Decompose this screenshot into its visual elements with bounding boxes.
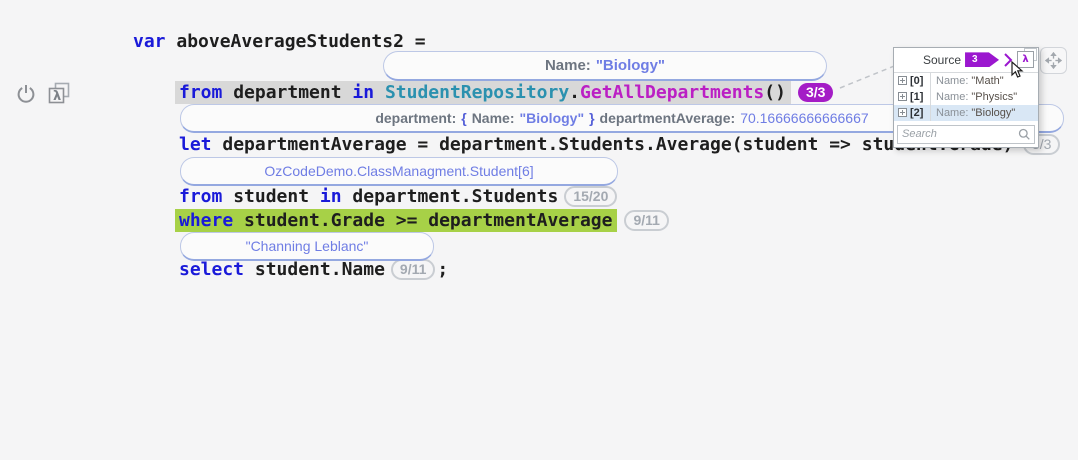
- hud-bubble-department-name[interactable]: Name: "Biology": [383, 51, 827, 81]
- row-label: Name:: [936, 91, 968, 103]
- move-handle-icon: [1045, 52, 1062, 69]
- iteration-badge[interactable]: 9/11: [624, 210, 668, 231]
- execution-highlight: from department in StudentRepository.Get…: [175, 81, 791, 104]
- code-text: (): [764, 82, 786, 103]
- bubble-value: "Biology": [519, 110, 584, 126]
- power-icon[interactable]: [14, 82, 38, 106]
- iteration-badge[interactable]: 15/20: [564, 186, 617, 207]
- semicolon: ;: [437, 259, 448, 280]
- expand-plus-icon[interactable]: [898, 108, 907, 117]
- count-arrow-badge[interactable]: 3: [965, 52, 999, 67]
- popup-move-handle[interactable]: [1040, 47, 1067, 74]
- svg-text:λ: λ: [53, 89, 61, 104]
- code-text: student.Name: [244, 259, 385, 280]
- row-label: Name:: [936, 107, 968, 119]
- code-line-let-average[interactable]: let departmentAverage = department.Stude…: [179, 132, 1013, 156]
- keyword-select: select: [179, 259, 244, 280]
- popup-title: Source: [923, 53, 961, 67]
- iteration-badge-active[interactable]: 3/3: [798, 83, 833, 102]
- row-index: [2]: [910, 107, 930, 119]
- row-index: [0]: [910, 75, 930, 87]
- code-text: department: [222, 82, 352, 103]
- bubble-value: OzCodeDemo.ClassManagment.Student[6]: [264, 163, 533, 179]
- code-line-from-students[interactable]: from student in department.Students 15/2…: [179, 184, 617, 208]
- row-index: [1]: [910, 91, 930, 103]
- search-input[interactable]: [898, 128, 1018, 140]
- keyword-in: in: [352, 82, 374, 103]
- row-value: "Physics": [971, 91, 1017, 103]
- brace-close: }: [589, 110, 594, 126]
- search-icon: [1018, 128, 1031, 141]
- code-line-where-clause[interactable]: where student.Grade >= departmentAverage…: [179, 208, 669, 232]
- popup-row-list: [0] Name:"Math" [1] Name:"Physics" [2] N…: [894, 72, 1038, 121]
- bubble-value: "Channing Leblanc": [246, 238, 369, 254]
- code-line-from-departments[interactable]: from department in StudentRepository.Get…: [179, 80, 833, 104]
- keyword-where: where: [179, 210, 233, 231]
- bubble-label: department:: [375, 110, 456, 126]
- hud-bubble-students-collection[interactable]: OzCodeDemo.ClassManagment.Student[6]: [180, 157, 618, 186]
- keyword-from: from: [179, 82, 222, 103]
- code-text: department.Students: [342, 186, 559, 207]
- source-item-physics[interactable]: [1] Name:"Physics": [894, 89, 1038, 105]
- row-value: "Math": [971, 75, 1003, 87]
- code-text: student: [222, 186, 320, 207]
- keyword-let: let: [179, 134, 212, 155]
- popup-search-box: [897, 125, 1035, 144]
- code-text: student.Grade >= departmentAverage: [233, 210, 612, 231]
- expand-plus-icon[interactable]: [898, 76, 907, 85]
- keyword-from: from: [179, 186, 222, 207]
- method-get-all-departments: GetAllDepartments: [580, 82, 764, 103]
- code-text: aboveAverageStudents2 =: [166, 31, 426, 52]
- code-text: .: [569, 82, 580, 103]
- mouse-cursor: [1010, 61, 1024, 79]
- keyword-in: in: [320, 186, 342, 207]
- where-highlight: where student.Grade >= departmentAverage: [175, 209, 617, 232]
- bubble-value: 70.16666666666667: [740, 110, 868, 126]
- code-text: [374, 82, 385, 103]
- bubble-value: "Biology": [596, 57, 665, 74]
- keyword-var: var: [133, 31, 166, 52]
- iteration-badge[interactable]: 9/11: [391, 259, 435, 280]
- code-line-var-declaration[interactable]: var aboveAverageStudents2 =: [133, 29, 426, 53]
- bubble-label: departmentAverage:: [600, 110, 736, 126]
- lambda-window-icon[interactable]: λ: [46, 81, 72, 107]
- row-label: Name:: [936, 75, 968, 87]
- row-value: "Biology": [971, 107, 1015, 119]
- source-item-biology[interactable]: [2] Name:"Biology": [894, 105, 1038, 121]
- ozcode-linq-debug-view: λ var aboveAverageStudents2 = Name: "Bio…: [0, 0, 1078, 460]
- type-student-repository: StudentRepository: [385, 82, 569, 103]
- expand-plus-icon[interactable]: [898, 92, 907, 101]
- bubble-label: Name:: [545, 57, 591, 74]
- bubble-label: Name:: [472, 110, 515, 126]
- hud-bubble-student-name[interactable]: "Channing Leblanc": [180, 232, 434, 261]
- brace-open: {: [461, 110, 466, 126]
